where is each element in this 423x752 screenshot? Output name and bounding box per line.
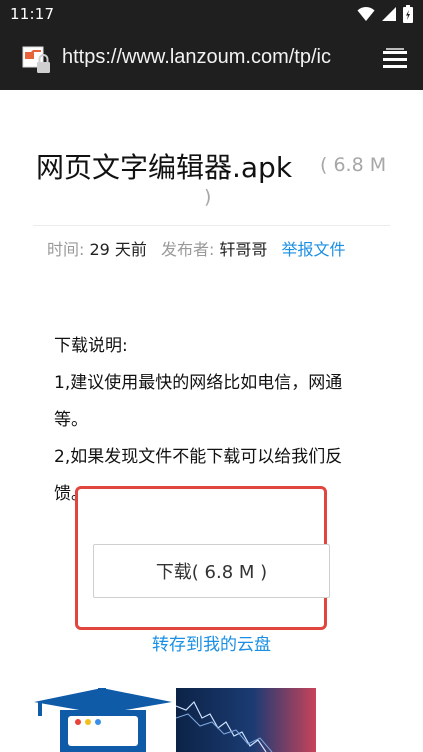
download-button[interactable]: 下载( 6.8 M ) [93, 544, 330, 598]
status-icons [357, 5, 413, 23]
status-bar: 11:17 [0, 0, 423, 28]
notes-line: 1,建议使用最快的网络比如电信，网通等。 [54, 373, 343, 430]
wifi-icon [357, 6, 375, 21]
divider [33, 225, 390, 226]
signal-icon [382, 7, 396, 21]
save-to-cloud-link[interactable]: 转存到我的云盘 [0, 630, 423, 655]
notes-line: 下载说明: [54, 336, 128, 356]
ad-banner[interactable] [0, 688, 423, 752]
site-lock-icon[interactable] [22, 46, 52, 76]
file-meta: 时间: 29 天前 发布者: 轩哥哥 举报文件 [47, 236, 345, 260]
tabs-menu-icon[interactable] [381, 48, 409, 72]
battery-icon [403, 5, 413, 23]
file-size-close: ) [204, 186, 212, 208]
browser-toolbar: https://www.lanzoum.com/tp/ic [0, 28, 423, 90]
url-bar[interactable]: https://www.lanzoum.com/tp/ic [62, 46, 358, 69]
graduation-cap-icon [34, 688, 172, 752]
page-content: 网页文字编辑器.apk ( 6.8 M ) 时间: 29 天前 发布者: 轩哥哥举… [0, 90, 423, 752]
file-title: 网页文字编辑器.apk [36, 151, 293, 184]
report-file-link[interactable]: 举报文件 [281, 240, 345, 259]
time-value: 29 天前 [89, 240, 147, 259]
stock-chart-image [176, 688, 316, 752]
status-time: 11:17 [10, 5, 55, 23]
publisher-label: 发布者: [160, 240, 220, 259]
publisher-value: 轩哥哥 [219, 240, 268, 259]
file-size: ( 6.8 M [320, 154, 387, 176]
time-label: 时间: [47, 240, 90, 259]
